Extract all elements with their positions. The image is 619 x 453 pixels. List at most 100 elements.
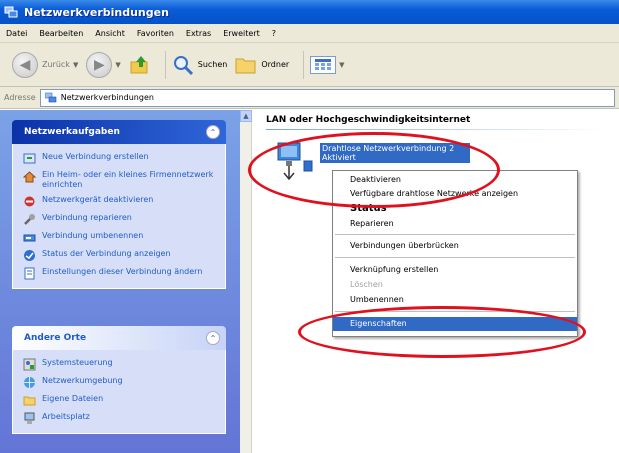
place-network-neighborhood[interactable]: Netzwerkumgebung xyxy=(23,376,215,389)
settings-icon xyxy=(24,267,35,280)
window-title: Netzwerkverbindungen xyxy=(24,5,169,19)
section-divider xyxy=(266,129,606,130)
other-places-panel: Andere Orte ⌃ Systemsteuerung Netzwerkum… xyxy=(12,326,226,434)
search-icon xyxy=(173,55,193,75)
task-label: Status der Verbindung anzeigen xyxy=(42,249,171,258)
title-bar: Netzwerkverbindungen xyxy=(0,0,619,24)
task-disable-device[interactable]: Netzwerkgerät deaktivieren xyxy=(23,195,215,208)
new-connection-icon xyxy=(23,153,36,164)
search-button[interactable]: Suchen xyxy=(172,54,228,76)
place-control-panel[interactable]: Systemsteuerung xyxy=(23,358,215,371)
search-label: Suchen xyxy=(197,60,228,69)
task-label: Ein Heim- oder ein kleines Firmennetzwer… xyxy=(42,170,214,189)
network-connections-icon xyxy=(44,92,57,102)
folders-button[interactable]: Ordner xyxy=(235,55,289,75)
address-field[interactable]: Netzwerkverbindungen xyxy=(39,88,615,107)
ctx-create-shortcut[interactable]: Verknüpfung erstellen xyxy=(333,263,577,277)
ctx-properties[interactable]: Eigenschaften xyxy=(333,317,577,331)
ctx-bridge-connections[interactable]: Verbindungen überbrücken xyxy=(333,239,577,253)
menu-bearbeiten[interactable]: Bearbeiten xyxy=(39,29,83,38)
network-connections-icon xyxy=(4,6,18,18)
menu-erweitert[interactable]: Erweitert xyxy=(223,29,260,38)
section-title: LAN oder Hochgeschwindigkeitsinternet xyxy=(266,115,471,125)
menu-extras[interactable]: Extras xyxy=(186,29,211,38)
network-tasks-body: Neue Verbindung erstellen Ein Heim- oder… xyxy=(12,144,226,289)
place-label: Systemsteuerung xyxy=(42,358,113,367)
views-button[interactable]: ▼ xyxy=(310,55,345,74)
place-label: Netzwerkumgebung xyxy=(42,376,123,385)
toolbar: ◀ Zurück ▼ ▶ ▼ Suchen Ordner ▼ xyxy=(0,43,619,87)
forward-button[interactable]: ▶ ▼ xyxy=(86,51,121,78)
task-label: Verbindung umbenennen xyxy=(42,231,144,240)
address-bar: Adresse Netzwerkverbindungen xyxy=(0,87,619,109)
collapse-chevron-icon[interactable]: ⌃ xyxy=(206,331,220,345)
views-icon xyxy=(310,55,337,74)
menu-favoriten[interactable]: Favoriten xyxy=(137,29,174,38)
collapse-chevron-icon[interactable]: ⌃ xyxy=(206,125,220,139)
other-places-title: Andere Orte xyxy=(24,333,87,343)
place-label: Arbeitsplatz xyxy=(42,412,90,421)
task-rename-connection[interactable]: Verbindung umbenennen xyxy=(23,231,215,244)
task-change-settings[interactable]: Einstellungen dieser Verbindung ändern xyxy=(23,267,215,280)
ctx-repair[interactable]: Reparieren xyxy=(333,217,577,231)
task-pane: Netzwerkaufgaben ⌃ Neue Verbindung erste… xyxy=(0,110,240,453)
menu-help[interactable]: ? xyxy=(272,29,276,38)
ctx-separator xyxy=(335,234,575,235)
context-menu: Deaktivieren Verfügbare drahtlose Netzwe… xyxy=(332,170,578,337)
ctx-separator xyxy=(335,311,575,312)
folder-icon xyxy=(235,58,256,73)
network-neighborhood-icon xyxy=(24,377,35,388)
wireless-connection-icon[interactable] xyxy=(272,141,316,181)
ctx-rename[interactable]: Umbenennen xyxy=(333,293,577,307)
ctx-separator xyxy=(335,257,575,258)
ctx-status[interactable]: Status xyxy=(333,202,577,216)
menu-bar: Datei Bearbeiten Ansicht Favoriten Extra… xyxy=(0,24,619,43)
ctx-view-wireless-networks[interactable]: Verfügbare drahtlose Netzwerke anzeigen xyxy=(333,187,577,201)
forward-arrow-icon: ▶ xyxy=(86,51,113,78)
up-folder-icon xyxy=(130,55,148,73)
menu-datei[interactable]: Datei xyxy=(6,29,27,38)
connection-status: Aktiviert xyxy=(322,153,356,162)
back-button[interactable]: ◀ Zurück ▼ xyxy=(12,51,78,78)
address-label: Adresse xyxy=(4,93,36,102)
place-my-computer[interactable]: Arbeitsplatz xyxy=(23,412,215,425)
vertical-scrollbar[interactable]: ▲ xyxy=(240,110,252,453)
other-places-header[interactable]: Andere Orte ⌃ xyxy=(12,326,226,350)
task-repair-connection[interactable]: Verbindung reparieren xyxy=(23,213,215,226)
network-tasks-header[interactable]: Netzwerkaufgaben ⌃ xyxy=(12,120,226,144)
home-network-icon xyxy=(23,171,36,183)
wireless-connection-label[interactable]: Drahtlose Netzwerkverbindung 2 Aktiviert xyxy=(320,143,470,163)
place-label: Eigene Dateien xyxy=(42,394,104,403)
task-home-network[interactable]: Ein Heim- oder ein kleines Firmennetzwer… xyxy=(23,170,215,190)
chevron-down-icon[interactable]: ▼ xyxy=(73,61,78,69)
place-my-documents[interactable]: Eigene Dateien xyxy=(23,394,215,407)
toolbar-separator xyxy=(164,50,166,79)
rename-icon xyxy=(23,234,36,242)
task-label: Netzwerkgerät deaktivieren xyxy=(42,195,154,204)
disable-device-icon xyxy=(24,196,35,207)
toolbar-separator xyxy=(303,50,305,79)
address-value: Netzwerkverbindungen xyxy=(60,93,154,102)
computer-icon xyxy=(24,412,35,424)
up-folder-button[interactable] xyxy=(129,54,151,76)
repair-icon xyxy=(24,214,35,225)
menu-ansicht[interactable]: Ansicht xyxy=(95,29,125,38)
network-tasks-title: Netzwerkaufgaben xyxy=(24,127,120,137)
folder-icon xyxy=(23,396,36,406)
chevron-down-icon[interactable]: ▼ xyxy=(115,61,120,69)
ctx-disable[interactable]: Deaktivieren xyxy=(333,173,577,187)
back-label: Zurück xyxy=(42,60,70,69)
other-places-body: Systemsteuerung Netzwerkumgebung Eigene … xyxy=(12,350,226,434)
back-arrow-icon: ◀ xyxy=(12,51,38,78)
connection-name: Drahtlose Netzwerkverbindung 2 xyxy=(322,144,455,153)
task-label: Verbindung reparieren xyxy=(42,213,132,222)
chevron-down-icon[interactable]: ▼ xyxy=(339,61,344,69)
task-label: Neue Verbindung erstellen xyxy=(42,152,149,161)
folders-label: Ordner xyxy=(261,60,290,69)
task-label: Einstellungen dieser Verbindung ändern xyxy=(42,267,203,276)
scroll-up-icon[interactable]: ▲ xyxy=(240,110,252,122)
task-new-connection[interactable]: Neue Verbindung erstellen xyxy=(23,152,215,165)
network-tasks-panel: Netzwerkaufgaben ⌃ Neue Verbindung erste… xyxy=(12,120,226,289)
task-connection-status[interactable]: Status der Verbindung anzeigen xyxy=(23,249,215,262)
control-panel-icon xyxy=(23,358,36,371)
